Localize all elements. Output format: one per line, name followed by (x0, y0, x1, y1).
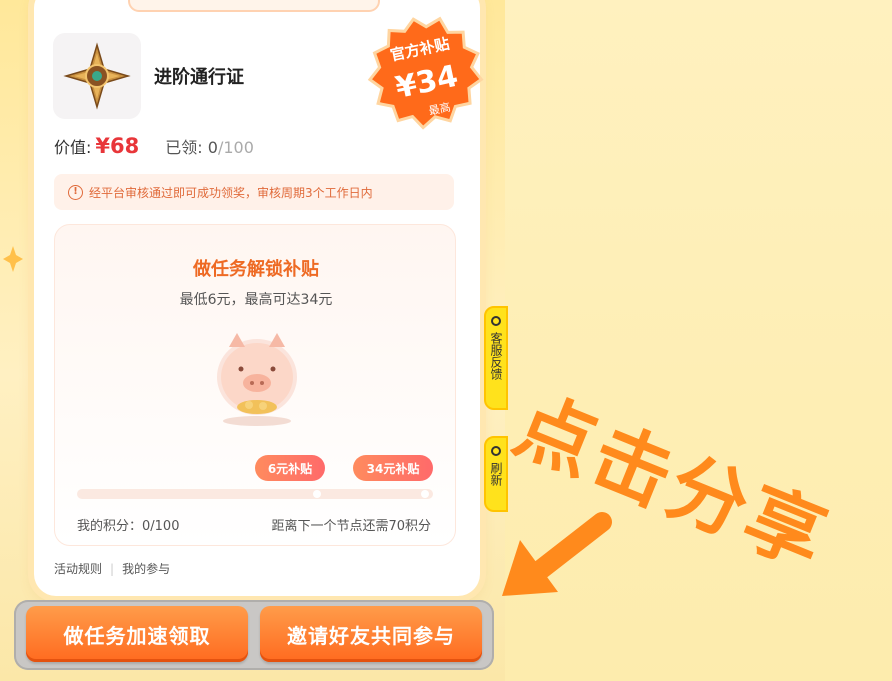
piggy-bank-icon (217, 333, 297, 426)
subsidy-badge: 官方补贴 ¥34 最高 (367, 16, 484, 130)
top-header-pill (128, 0, 380, 12)
notice-text: 经平台审核通过即可成功领奖，审核周期3个工作日内 (89, 185, 373, 200)
my-participation-link[interactable]: 我的参与 (122, 560, 170, 577)
product-name: 进阶通行证 (154, 67, 244, 88)
task-subtitle: 最低6元，最高可达34元 (179, 292, 333, 308)
progress-node (421, 490, 429, 498)
value-row: 价值: ¥68 已领: 0/100 (54, 134, 254, 158)
product-thumbnail (53, 33, 141, 119)
milestone-tag-34: 34元补贴 (353, 455, 433, 481)
task-title: 做任务解锁补贴 (193, 259, 319, 280)
side-tab-refresh-label: 刷新 (489, 462, 503, 486)
side-tab-feedback[interactable]: 客服反馈 (484, 306, 508, 410)
claimed-count: 0 (207, 138, 218, 157)
compass-medal-icon (63, 42, 131, 110)
side-tab-feedback-label: 客服反馈 (489, 332, 503, 380)
task-accelerate-button[interactable]: 做任务加速领取 (26, 606, 248, 662)
task-card: 做任务解锁补贴 最低6元，最高可达34元 6元补贴 34元补贴 我的积分：0/1… (54, 224, 456, 546)
rules-link[interactable]: 活动规则 (54, 560, 102, 577)
claimed-total: /100 (217, 138, 254, 157)
claimed-label: 已领: (165, 138, 203, 157)
points-progress-bar (77, 489, 433, 499)
my-points: 我的积分：0/100 (77, 519, 180, 534)
value-label: 价值: (54, 138, 92, 157)
headset-icon (491, 316, 501, 326)
invite-friends-button[interactable]: 邀请好友共同参与 (260, 606, 482, 662)
overlay-text: 点击分享 (510, 380, 841, 586)
review-notice: ! 经平台审核通过即可成功领奖，审核周期3个工作日内 (54, 174, 454, 210)
link-separator: | (110, 561, 115, 576)
value-price: ¥68 (95, 134, 140, 158)
refresh-icon (491, 446, 501, 456)
footer-links: 活动规则 | 我的参与 (54, 560, 170, 577)
star-decoration-icon (3, 246, 23, 272)
milestone-tag-6: 6元补贴 (255, 455, 325, 481)
points-remaining: 距离下一个节点还需70积分 (271, 519, 431, 534)
info-circle-icon: ! (68, 184, 83, 200)
progress-node (313, 490, 321, 498)
share-overlay-text: 点击分享 (510, 380, 841, 586)
claimed-info: 已领: 0/100 (165, 134, 254, 158)
